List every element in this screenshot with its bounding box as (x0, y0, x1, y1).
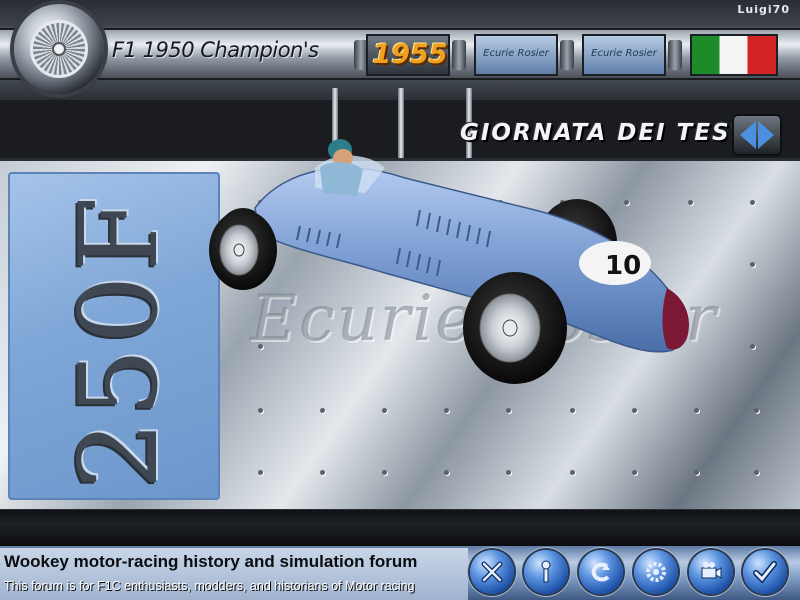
lower-strip (0, 510, 800, 546)
rivet (632, 470, 637, 475)
rivet (382, 470, 387, 475)
rivet (694, 408, 699, 413)
race-car-image[interactable]: 10 (205, 138, 715, 393)
rivet (632, 408, 637, 413)
settings-gear-icon (646, 562, 666, 582)
settings-button[interactable] (634, 550, 678, 594)
car-model-name: 250F (57, 192, 182, 490)
tools-icon (541, 560, 551, 583)
rivet (320, 470, 325, 475)
left-arrow-icon[interactable] (740, 121, 756, 149)
back-icon (591, 562, 610, 582)
connector (452, 40, 466, 70)
car-number: 10 (605, 251, 641, 281)
wheel-hub-icon (52, 42, 66, 56)
rivet (258, 408, 263, 413)
checkmark-icon (753, 561, 777, 584)
rivet (750, 344, 755, 349)
camera-icon (701, 562, 722, 579)
camera-button[interactable] (689, 550, 733, 594)
rivet (506, 408, 511, 413)
rivet (258, 470, 263, 475)
setup-button[interactable] (524, 550, 568, 594)
season-year-label: 1955 (372, 39, 448, 70)
close-x-icon (481, 561, 503, 583)
confirm-button[interactable] (743, 550, 787, 594)
rivet (754, 408, 759, 413)
rivet (506, 470, 511, 475)
rivet (750, 200, 755, 205)
username: Luigi70 (737, 3, 790, 16)
rivet (750, 262, 755, 267)
rivet (570, 470, 575, 475)
rivet (444, 408, 449, 413)
rivet (570, 408, 575, 413)
rivet (444, 470, 449, 475)
connector (560, 40, 574, 70)
connector (668, 40, 682, 70)
italian-flag-button[interactable] (690, 34, 778, 76)
exit-button[interactable] (470, 550, 514, 594)
team-button-2-label: Ecurie Rosier (591, 48, 657, 59)
right-arrow-icon[interactable] (758, 121, 774, 149)
back-button[interactable] (579, 550, 623, 594)
rivet (320, 408, 325, 413)
team-button-1-label: Ecurie Rosier (483, 48, 549, 59)
rivet (754, 470, 759, 475)
forum-title: Wookey motor-racing history and simulati… (4, 552, 418, 571)
forum-description: This forum is for F1C enthusiasts, modde… (4, 579, 415, 593)
rivet (382, 408, 387, 413)
rivet (694, 470, 699, 475)
app-title: F1 1950 Champion's (112, 38, 319, 62)
